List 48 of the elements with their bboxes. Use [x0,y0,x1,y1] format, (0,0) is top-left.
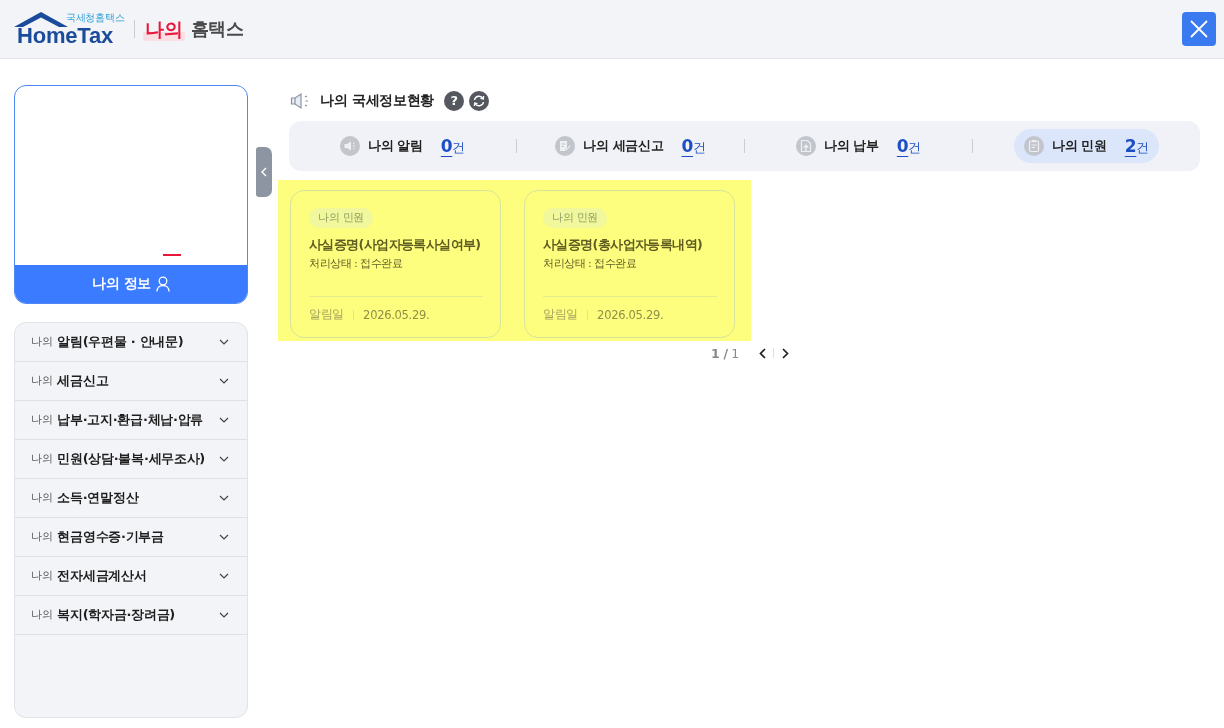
previous-page-button[interactable] [757,346,767,360]
chevron-left-icon [758,347,766,359]
menu-item[interactable]: 나의 민원(상담·불복·세무조사) [15,440,247,479]
category-tag: 나의 민원 [309,208,373,228]
dash-icon [163,254,181,256]
menu-item[interactable]: 나의 납부·고지·환급·체납·압류 [15,401,247,440]
refresh-button[interactable] [469,91,490,111]
logo-wordmark: HomeTax [16,25,113,46]
status-text: 처리상태 : 접수완료 [309,256,403,272]
refresh-icon [469,91,490,111]
chevron-right-icon [781,347,789,359]
summary-tab[interactable]: 나의 세금신고 0건 [545,129,716,163]
notification-card[interactable]: 나의 민원 사실증명(총사업자등록내역) 처리상태 : 접수완료 알림일 2026.05.29. [524,190,735,338]
menu-item[interactable]: 나의 전자세금계산서 [15,557,247,596]
collapse-handle[interactable] [256,147,272,197]
card-title: 사실증명(총사업자등록내역) [543,236,703,254]
menu-item[interactable]: 나의 소득·연말정산 [15,479,247,518]
menu-item[interactable]: 나의 알림(우편물 · 안내문) [15,323,247,362]
next-page-button[interactable] [780,346,790,360]
menu-item[interactable]: 나의 현금영수증·기부금 [15,518,247,557]
close-icon [1190,20,1208,38]
file-upload-icon [795,136,816,156]
close-button[interactable] [1182,12,1216,46]
menu-item[interactable]: 나의 세금신고 [15,362,247,401]
chevron-left-icon [261,167,267,177]
summary-tab[interactable]: 나의 알림 0건 [329,129,476,163]
notification-card[interactable]: 나의 민원 사실증명(사업자등록사실여부) 처리상태 : 접수완료 알림일 2026.05.29. [290,190,501,338]
summary-tab[interactable]: 나의 민원 2건 [1013,129,1160,163]
speaker-icon [339,136,360,156]
my-info-button[interactable]: 나의 정보 [15,265,247,303]
date-text: 2026.05.29. [597,307,664,322]
status-text: 처리상태 : 접수완료 [543,256,637,272]
menu-item[interactable]: 나의 복지(학자금·장려금) [15,596,247,635]
summary-tab[interactable]: 나의 납부 0건 [785,129,932,163]
section-title: 나의 국세정보현황 [320,92,435,110]
date-label: 알림일 [309,307,345,322]
person-icon [156,276,171,292]
date-text: 2026.05.29. [363,307,430,322]
help-button[interactable]: ? [444,91,465,111]
card-title: 사실증명(사업자등록사실여부) [309,236,481,254]
house-roof-icon [14,10,68,28]
logo-subtitle: 국세청홈택스 [66,11,125,23]
clipboard-icon [1023,136,1044,156]
category-tag: 나의 민원 [543,208,607,228]
document-pen-icon [555,136,576,156]
page-indicator: 1 / 1 [710,345,739,361]
date-label: 알림일 [543,307,579,322]
service-name: 홈택스 [190,17,244,41]
